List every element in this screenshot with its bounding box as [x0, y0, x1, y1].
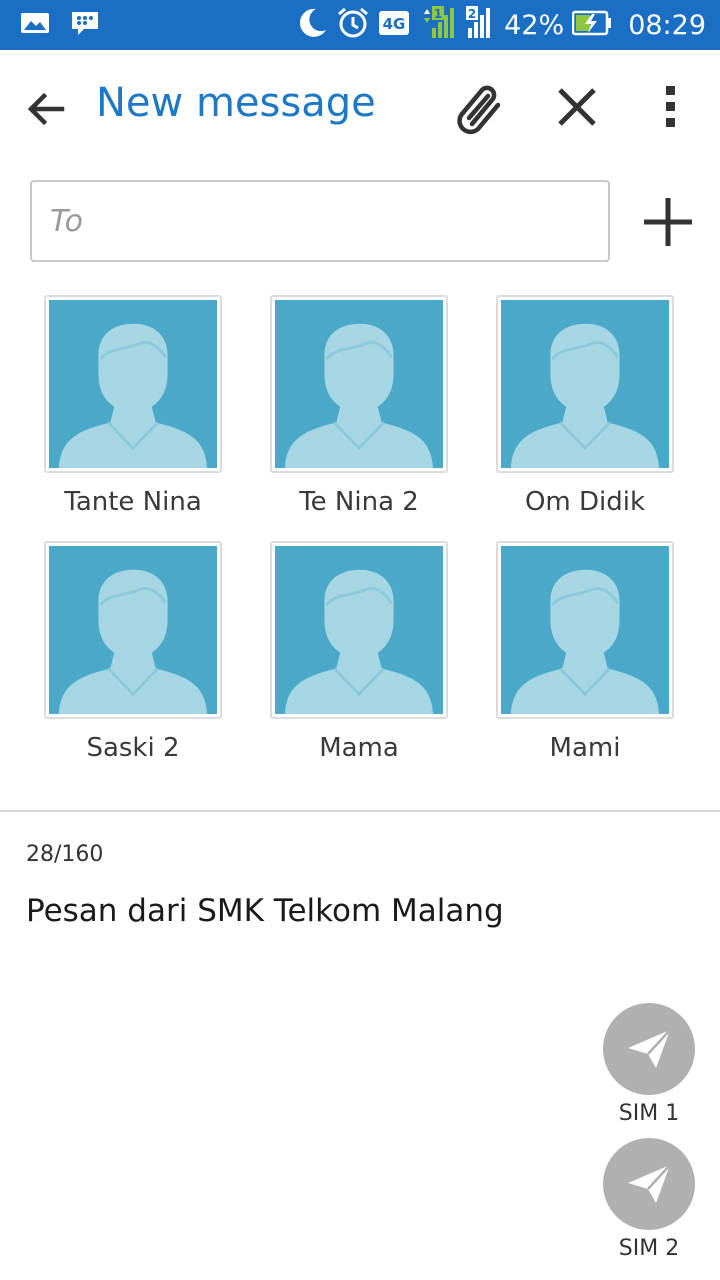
contact-tile[interactable]: Tante Nina: [44, 295, 222, 517]
status-left-icons: [20, 8, 100, 42]
paperclip-icon: [457, 85, 501, 135]
recipient-input[interactable]: [32, 182, 608, 260]
character-counter: 28/160: [26, 842, 104, 867]
arrow-back-icon: [27, 92, 65, 126]
network-type-label: 4G: [383, 15, 406, 33]
attach-button[interactable]: [452, 80, 508, 136]
close-icon: [558, 88, 596, 126]
contact-photo: [44, 541, 222, 719]
app-toolbar: New message: [0, 50, 720, 162]
default-avatar-icon: [501, 546, 669, 714]
divider: [0, 810, 720, 812]
contact-tile[interactable]: Mama: [270, 541, 448, 763]
battery-charging-icon: [571, 9, 612, 41]
more-options-button[interactable]: [652, 82, 692, 132]
back-button[interactable]: [22, 84, 72, 134]
more-vert-icon: [666, 86, 675, 127]
contact-photo: [44, 295, 222, 473]
default-avatar-icon: [275, 300, 443, 468]
page-title: New message: [96, 80, 376, 126]
contact-tile[interactable]: Om Didik: [496, 295, 674, 517]
contact-tile[interactable]: Te Nina 2: [270, 295, 448, 517]
contact-name: Te Nina 2: [299, 487, 419, 517]
send-sim1-label: SIM 1: [618, 1101, 680, 1126]
contact-photo: [270, 541, 448, 719]
send-sim2-button[interactable]: [603, 1138, 695, 1230]
network-4g-icon: 4G: [378, 8, 412, 42]
sim1-indicator: 1: [434, 7, 442, 21]
send-icon: [628, 1164, 671, 1203]
status-bar: 4G 1 2 42% 08:29: [0, 0, 720, 50]
add-recipient-button[interactable]: [638, 192, 698, 252]
gallery-icon: [20, 10, 50, 40]
contact-name: Mama: [319, 733, 399, 763]
sim2-indicator: 2: [468, 7, 476, 21]
sim2-signal-icon: 2: [464, 4, 496, 46]
sim1-signal-icon: 1: [420, 4, 456, 46]
send-sim1-button[interactable]: [603, 1003, 695, 1095]
status-right-icons: 4G 1 2 42% 08:29: [296, 0, 706, 50]
contact-tile[interactable]: Saski 2: [44, 541, 222, 763]
default-avatar-icon: [49, 300, 217, 468]
contact-name: Om Didik: [524, 487, 646, 517]
alarm-icon: [336, 6, 370, 44]
default-avatar-icon: [275, 546, 443, 714]
contact-photo: [270, 295, 448, 473]
default-avatar-icon: [501, 300, 669, 468]
contact-name: Saski 2: [86, 733, 180, 763]
battery-percent: 42%: [504, 9, 565, 41]
contact-name: Mami: [549, 733, 621, 763]
contact-name: Tante Nina: [64, 487, 202, 517]
contact-tile[interactable]: Mami: [496, 541, 674, 763]
send-sim2-label: SIM 2: [618, 1236, 680, 1261]
discard-button[interactable]: [552, 82, 602, 132]
bbm-icon: [70, 9, 100, 41]
default-avatar-icon: [49, 546, 217, 714]
contact-photo: [496, 295, 674, 473]
send-icon: [628, 1029, 671, 1068]
plus-icon: [644, 198, 692, 246]
recipient-field[interactable]: [30, 180, 610, 262]
moon-icon: [296, 6, 328, 44]
message-input[interactable]: Pesan dari SMK Telkom Malang: [26, 893, 504, 929]
contact-photo: [496, 541, 674, 719]
clock: 08:29: [628, 9, 706, 41]
